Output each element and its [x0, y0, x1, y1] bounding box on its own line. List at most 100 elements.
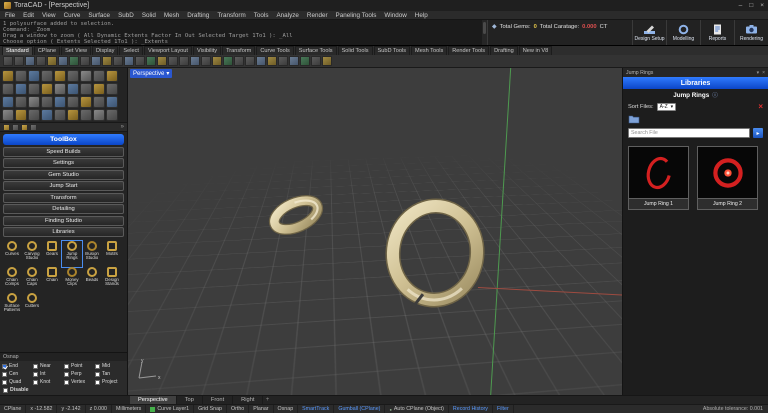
palette-tool-icon[interactable]	[80, 109, 92, 121]
menu-item[interactable]: SubD	[118, 12, 134, 19]
toolbar-tool-icon[interactable]	[278, 56, 288, 66]
palette-tool-icon[interactable]	[28, 83, 40, 95]
osnap-option[interactable]: Cen	[2, 370, 33, 378]
palette-tool-icon[interactable]	[80, 83, 92, 95]
reports-button[interactable]: Reports	[700, 20, 734, 45]
toolbox-item[interactable]: Carving Studio	[22, 241, 42, 267]
status-toggle[interactable]: Ortho	[227, 405, 249, 413]
toolbox-item[interactable]: Curves	[2, 241, 22, 267]
toolbar-tool-icon[interactable]	[36, 56, 46, 66]
toolbar-tool-icon[interactable]	[223, 56, 233, 66]
status-toggle[interactable]: Filter	[493, 405, 514, 413]
toolbar-tab[interactable]: Set View	[61, 46, 91, 55]
scrollbar-thumb[interactable]	[483, 22, 486, 34]
palette-tool-icon[interactable]	[41, 96, 53, 108]
toolbar-tab[interactable]: Drafting	[490, 46, 518, 55]
palette-tool-icon[interactable]	[15, 96, 27, 108]
palette-tool-icon[interactable]	[67, 83, 79, 95]
toolbar-tab[interactable]: Viewport Layout	[144, 46, 192, 55]
toolbox-button[interactable]: Detailing	[3, 204, 124, 214]
palette-tool-icon[interactable]	[54, 83, 66, 95]
toolbar-tool-icon[interactable]	[14, 56, 24, 66]
palette-tool-icon[interactable]	[28, 96, 40, 108]
palette-tool-icon[interactable]	[54, 109, 66, 121]
toolbox-item[interactable]: Design Stands	[102, 267, 122, 293]
menu-item[interactable]: Surface	[88, 12, 110, 19]
jump-ring-models[interactable]	[128, 68, 622, 395]
info-icon[interactable]: ⓘ	[712, 91, 718, 99]
osnap-option[interactable]: Knot	[33, 378, 64, 386]
menu-item[interactable]: Transform	[217, 12, 245, 19]
toolbar-tool-icon[interactable]	[69, 56, 79, 66]
toolbar-tab[interactable]: CPlane	[34, 46, 60, 55]
status-toggle[interactable]: Grid Snap	[194, 405, 227, 413]
toolbox-tab-icon[interactable]	[3, 124, 10, 131]
close-button[interactable]: ×	[760, 2, 764, 9]
osnap-disable-option[interactable]: Disable	[0, 386, 128, 395]
toolbar-tool-icon[interactable]	[179, 56, 189, 66]
toolbar-tool-icon[interactable]	[25, 56, 35, 66]
toolbar-tab[interactable]: Display	[92, 46, 118, 55]
toolbox-item[interactable]: Cutters	[22, 293, 42, 319]
osnap-option[interactable]: Vertex	[64, 378, 95, 386]
palette-tool-icon[interactable]	[54, 96, 66, 108]
maximize-button[interactable]: □	[749, 2, 753, 9]
command-history[interactable]: 1 polysurface added to selection.Command…	[0, 20, 482, 45]
search-file-input[interactable]	[628, 128, 750, 138]
palette-tool-icon[interactable]	[2, 83, 14, 95]
toolbar-tool-icon[interactable]	[190, 56, 200, 66]
osnap-option[interactable]: Quad	[2, 378, 33, 386]
toolbox-button[interactable]: Jump Start	[3, 181, 124, 191]
toolbar-tool-icon[interactable]	[322, 56, 332, 66]
toolbox-item[interactable]: Jump Rings	[62, 241, 82, 267]
toolbar-tool-icon[interactable]	[146, 56, 156, 66]
menu-item[interactable]: Drafting	[187, 12, 209, 19]
menu-item[interactable]: Window	[384, 12, 406, 19]
palette-tool-icon[interactable]	[93, 109, 105, 121]
toolbox-button[interactable]: Libraries	[3, 227, 124, 237]
toolbar-tool-icon[interactable]	[267, 56, 277, 66]
toolbar-tool-icon[interactable]	[91, 56, 101, 66]
units-selector[interactable]: Millimeters	[112, 405, 146, 413]
palette-tool-icon[interactable]	[2, 70, 14, 82]
toolbar-tool-icon[interactable]	[168, 56, 178, 66]
viewport-title-menu[interactable]: Perspective ▾	[130, 69, 172, 78]
osnap-option[interactable]: Point	[64, 362, 95, 370]
palette-tool-icon[interactable]	[67, 70, 79, 82]
toolbar-tab[interactable]: New in V8	[519, 46, 553, 55]
menu-item[interactable]: Solid	[142, 12, 156, 19]
palette-tool-icon[interactable]	[67, 96, 79, 108]
toolbar-tool-icon[interactable]	[256, 56, 266, 66]
toolbox-header[interactable]: ToolBox	[3, 134, 124, 145]
toolbox-item[interactable]: Chain	[42, 267, 62, 293]
menu-item[interactable]: Mesh	[164, 12, 179, 19]
palette-tool-icon[interactable]	[2, 109, 14, 121]
toolbox-item[interactable]: Gears	[42, 241, 62, 267]
large-jump-ring-model[interactable]	[388, 202, 481, 304]
panel-close-icon[interactable]: ×	[762, 70, 765, 76]
toolbar-tab[interactable]: SubD Tools	[374, 46, 411, 55]
toolbox-item[interactable]: Surface Patterns	[2, 293, 22, 319]
toolbar-tool-icon[interactable]	[47, 56, 57, 66]
toolbox-item[interactable]: Chain Caps	[22, 267, 42, 293]
palette-tool-icon[interactable]	[41, 83, 53, 95]
toolbar-tab[interactable]: Transform	[222, 46, 255, 55]
small-jump-ring-model[interactable]	[270, 195, 322, 236]
clear-library-icon[interactable]: ×	[758, 103, 763, 111]
palette-tool-icon[interactable]	[106, 96, 118, 108]
toolbar-tab[interactable]: Surface Tools	[295, 46, 337, 55]
toolbar-tool-icon[interactable]	[300, 56, 310, 66]
toolbar-tool-icon[interactable]	[124, 56, 134, 66]
palette-tool-icon[interactable]	[41, 70, 53, 82]
status-toggle[interactable]: Auto CPlane (Object)	[385, 405, 448, 413]
toolbar-tool-icon[interactable]	[212, 56, 222, 66]
toolbar-tab[interactable]: Select	[119, 46, 143, 55]
palette-tool-icon[interactable]	[80, 70, 92, 82]
search-button[interactable]: ▸	[753, 128, 763, 138]
osnap-option[interactable]: Int	[33, 370, 64, 378]
menu-item[interactable]: Curve	[64, 12, 81, 19]
viewport-tab[interactable]: Right	[233, 396, 263, 404]
toolbox-item[interactable]: Beads	[82, 267, 102, 293]
new-viewport-tab-icon[interactable]: +	[263, 396, 271, 404]
palette-tool-icon[interactable]	[15, 83, 27, 95]
